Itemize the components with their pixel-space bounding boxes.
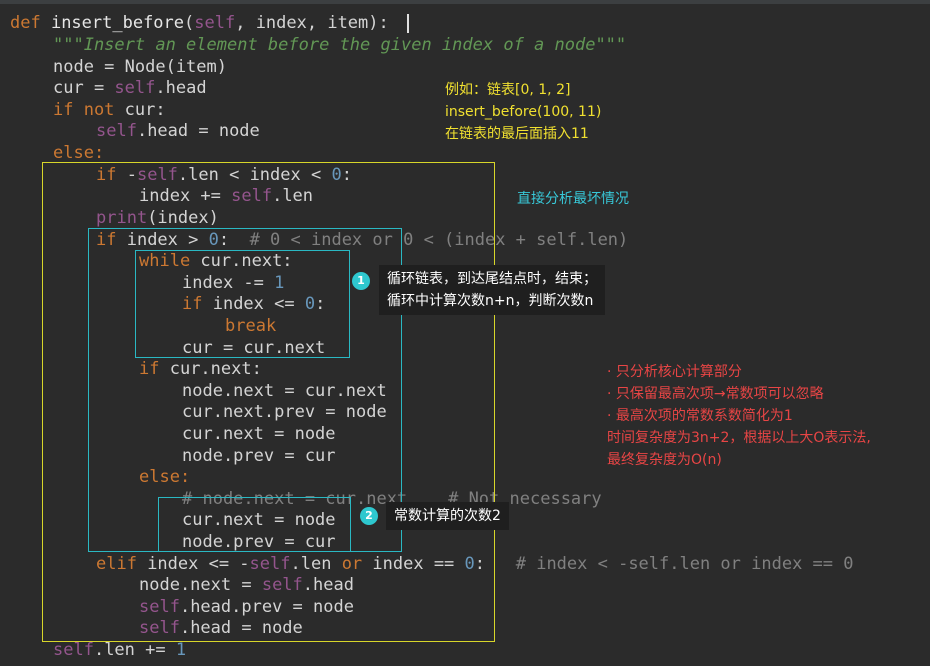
summary-line-4: 时间复杂度为3n+2，根据以上大O表示法,: [607, 430, 871, 446]
self-keyword: self: [96, 121, 137, 141]
code-line-30: self.len += 1: [53, 640, 186, 662]
while-loop-highlight: [135, 250, 350, 358]
code-line-3: node = Node(item): [53, 57, 227, 79]
code-text: .len +=: [93, 640, 176, 660]
summary-line-3: · 最高次项的常数系数简化为1: [607, 408, 793, 424]
callout-badge-1: 1: [352, 272, 370, 290]
docstring: """Insert an element before the given in…: [53, 35, 627, 55]
code-line-4: cur = self.head: [53, 78, 207, 100]
code-text: .head = node: [136, 121, 260, 141]
code-text: node = Node(item): [53, 57, 227, 77]
editor-top-bar: [0, 0, 930, 4]
keyword: if not: [53, 100, 125, 120]
self-keyword: self: [114, 78, 156, 98]
code-line-6: self.head = node: [96, 121, 260, 143]
keyword: def: [10, 13, 51, 33]
example-line-3: 在链表的最后面插入11: [445, 126, 589, 142]
summary-line-2: · 只保留最高次项→常数项可以忽略: [607, 386, 824, 402]
summary-line-5: 最终复杂度为O(n): [607, 452, 722, 468]
example-line-1: 例如：链表[0, 1, 2]: [445, 82, 571, 98]
code-line-5: if not cur:: [53, 100, 166, 122]
callout-1-line-2: 循环中计算次数n+n，判断次数n: [387, 293, 594, 309]
number: 1: [175, 640, 187, 660]
self-keyword: self: [194, 13, 236, 33]
code-text: .head: [155, 78, 207, 98]
code-editor[interactable]: def insert_before(self, index, item): ""…: [0, 0, 930, 666]
callout-1-line-1: 循环链表，到达尾结点时，结束；: [387, 271, 597, 287]
callout-2: 常数计算的次数2: [386, 502, 509, 530]
function-name: insert_before: [50, 13, 185, 33]
self-keyword: self: [53, 640, 94, 660]
code-line-2: """Insert an element before the given in…: [53, 35, 626, 57]
code-text: (: [184, 13, 195, 33]
example-line-2: insert_before(100, 11): [445, 104, 602, 120]
callout-badge-2: 2: [360, 507, 378, 525]
callout-1: 循环链表，到达尾结点时，结束； 循环中计算次数n+n，判断次数n: [379, 265, 605, 315]
code-text: cur =: [53, 78, 115, 98]
complexity-summary: · 只分析核心计算部分 · 只保留最高次项→常数项可以忽略 · 最高次项的常数系数简…: [607, 361, 871, 471]
worst-case-note: 直接分析最坏情况: [517, 191, 629, 207]
summary-line-1: · 只分析核心计算部分: [607, 364, 742, 380]
code-line-1: def insert_before(self, index, item):: [10, 13, 389, 35]
comment: # index < -self.len or index == 0: [515, 554, 854, 574]
text-cursor: [407, 14, 409, 33]
code-text: , index, item):: [235, 13, 389, 33]
keyword: else:: [53, 143, 105, 163]
constant-ops-highlight: [158, 497, 351, 552]
code-text: cur:: [124, 100, 166, 120]
example-note: 例如：链表[0, 1, 2] insert_before(100, 11) 在链表的…: [445, 79, 601, 145]
